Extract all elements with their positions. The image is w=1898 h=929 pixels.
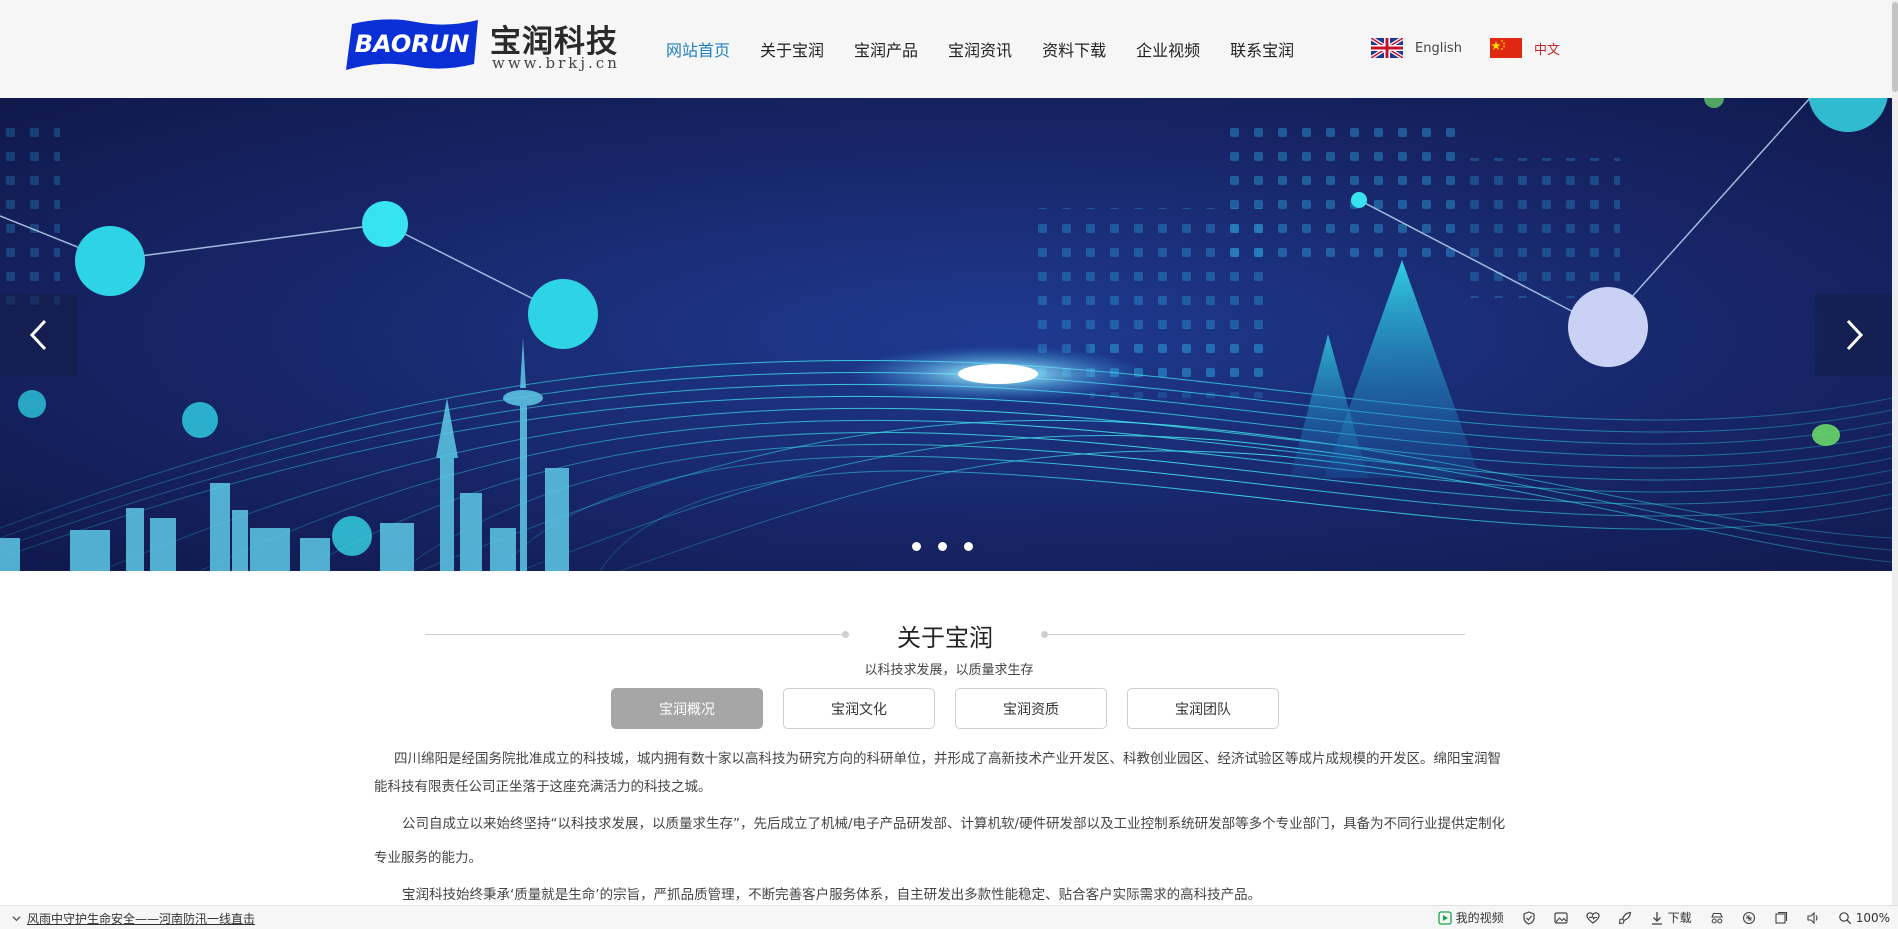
chevron-right-icon [1846,319,1863,351]
news-headline-link[interactable]: 风雨中守护生命安全——河南防汛一线直击 [27,910,255,927]
logo-url: www.brkj.cn [492,54,620,72]
accelerate-button[interactable] [1618,911,1632,925]
health-button[interactable] [1586,911,1600,925]
nav-videos[interactable]: 企业视频 [1136,37,1200,61]
logo-badge: BAORUN [346,19,478,70]
chevron-down-icon[interactable] [12,914,21,923]
translate-button[interactable] [1742,911,1756,925]
logo-badge-text: BAORUN [355,30,470,58]
my-video-label: 我的视频 [1455,911,1504,925]
banner-pagination [912,542,990,551]
lang-english[interactable]: English [1415,41,1462,56]
status-bar-tools: 我的视频 下载 100% [1420,909,1890,926]
rocket-icon [1618,911,1631,924]
security-button[interactable] [1522,910,1536,925]
download-label: 下载 [1667,911,1692,925]
my-video-button[interactable]: 我的视频 [1438,909,1504,926]
nav-downloads[interactable]: 资料下载 [1042,37,1106,61]
scrollbar-thumb[interactable] [1892,2,1898,92]
nav-contact[interactable]: 联系宝润 [1230,37,1294,61]
site-header: BAORUN 宝润科技 www.brkj.cn 网站首页 关于宝润 宝润产品 宝… [0,0,1898,98]
download-button[interactable]: 下载 [1650,909,1692,926]
browser-status-bar: 风雨中守护生命安全——河南防汛一线直击 我的视频 下载 100% [0,905,1898,929]
tab-overview[interactable]: 宝润概况 [611,688,763,729]
zoom-level: 100% [1855,910,1890,925]
window-icon [1775,911,1787,924]
banner-artwork [0,98,1892,571]
magnifier-icon [1838,911,1851,924]
news-ticker: 风雨中守护生命安全——河南防汛一线直击 [12,910,255,927]
nav-news[interactable]: 宝润资讯 [948,37,1012,61]
banner-dot-1[interactable] [912,542,921,551]
tab-team[interactable]: 宝润团队 [1127,688,1279,729]
main-nav: 网站首页 关于宝润 宝润产品 宝润资讯 资料下载 企业视频 联系宝润 [666,0,1324,98]
nav-products[interactable]: 宝润产品 [854,37,918,61]
about-paragraph-2: 公司自成立以来始终坚持“以科技求发展，以质量求生存”，先后成立了机械/电子产品研… [374,816,1506,866]
about-content: 四川绵阳是经国务院批准成立的科技城，城内拥有数十家以高科技为研究方向的科研单位，… [374,745,1514,909]
tab-culture[interactable]: 宝润文化 [783,688,935,729]
about-heading: 关于宝润 [425,618,1465,652]
volume-button[interactable] [1806,911,1820,925]
language-switcher: English 中文 [1371,38,1588,58]
hero-banner [0,98,1892,571]
nav-about[interactable]: 关于宝润 [760,37,824,61]
about-title: 关于宝润 [897,624,993,652]
nav-home[interactable]: 网站首页 [666,37,730,61]
banner-next-button[interactable] [1815,294,1892,376]
speaker-icon [1807,911,1818,924]
page-scrollbar[interactable] [1892,0,1898,905]
tab-qualifications[interactable]: 宝润资质 [955,688,1107,729]
banner-prev-button[interactable] [0,294,77,376]
incognito-icon [1710,912,1723,924]
chevron-left-icon [29,319,46,351]
heart-pulse-icon [1586,911,1600,924]
about-paragraph-1: 四川绵阳是经国务院批准成立的科技城，城内拥有数十家以高科技为研究方向的科研单位，… [374,751,1501,795]
window-button[interactable] [1774,911,1788,925]
video-play-icon [1438,910,1452,925]
heading-divider-right [1045,634,1465,635]
about-tabs: 宝润概况 宝润文化 宝润资质 宝润团队 [611,688,1299,729]
banner-dot-2[interactable] [938,542,947,551]
zoom-control[interactable]: 100% [1838,911,1890,925]
site-logo[interactable]: BAORUN 宝润科技 www.brkj.cn [346,14,621,76]
image-icon [1554,911,1568,924]
lang-chinese[interactable]: 中文 [1534,39,1560,58]
translate-icon [1742,911,1755,924]
uk-flag-icon[interactable] [1371,38,1403,58]
china-flag-icon[interactable] [1489,38,1522,58]
download-icon [1651,911,1662,925]
banner-dot-3[interactable] [964,542,973,551]
incognito-button[interactable] [1710,911,1724,925]
shield-icon [1523,910,1535,925]
image-tool-button[interactable] [1554,911,1568,925]
about-subtitle: 以科技求发展，以质量求生存 [864,663,1034,678]
